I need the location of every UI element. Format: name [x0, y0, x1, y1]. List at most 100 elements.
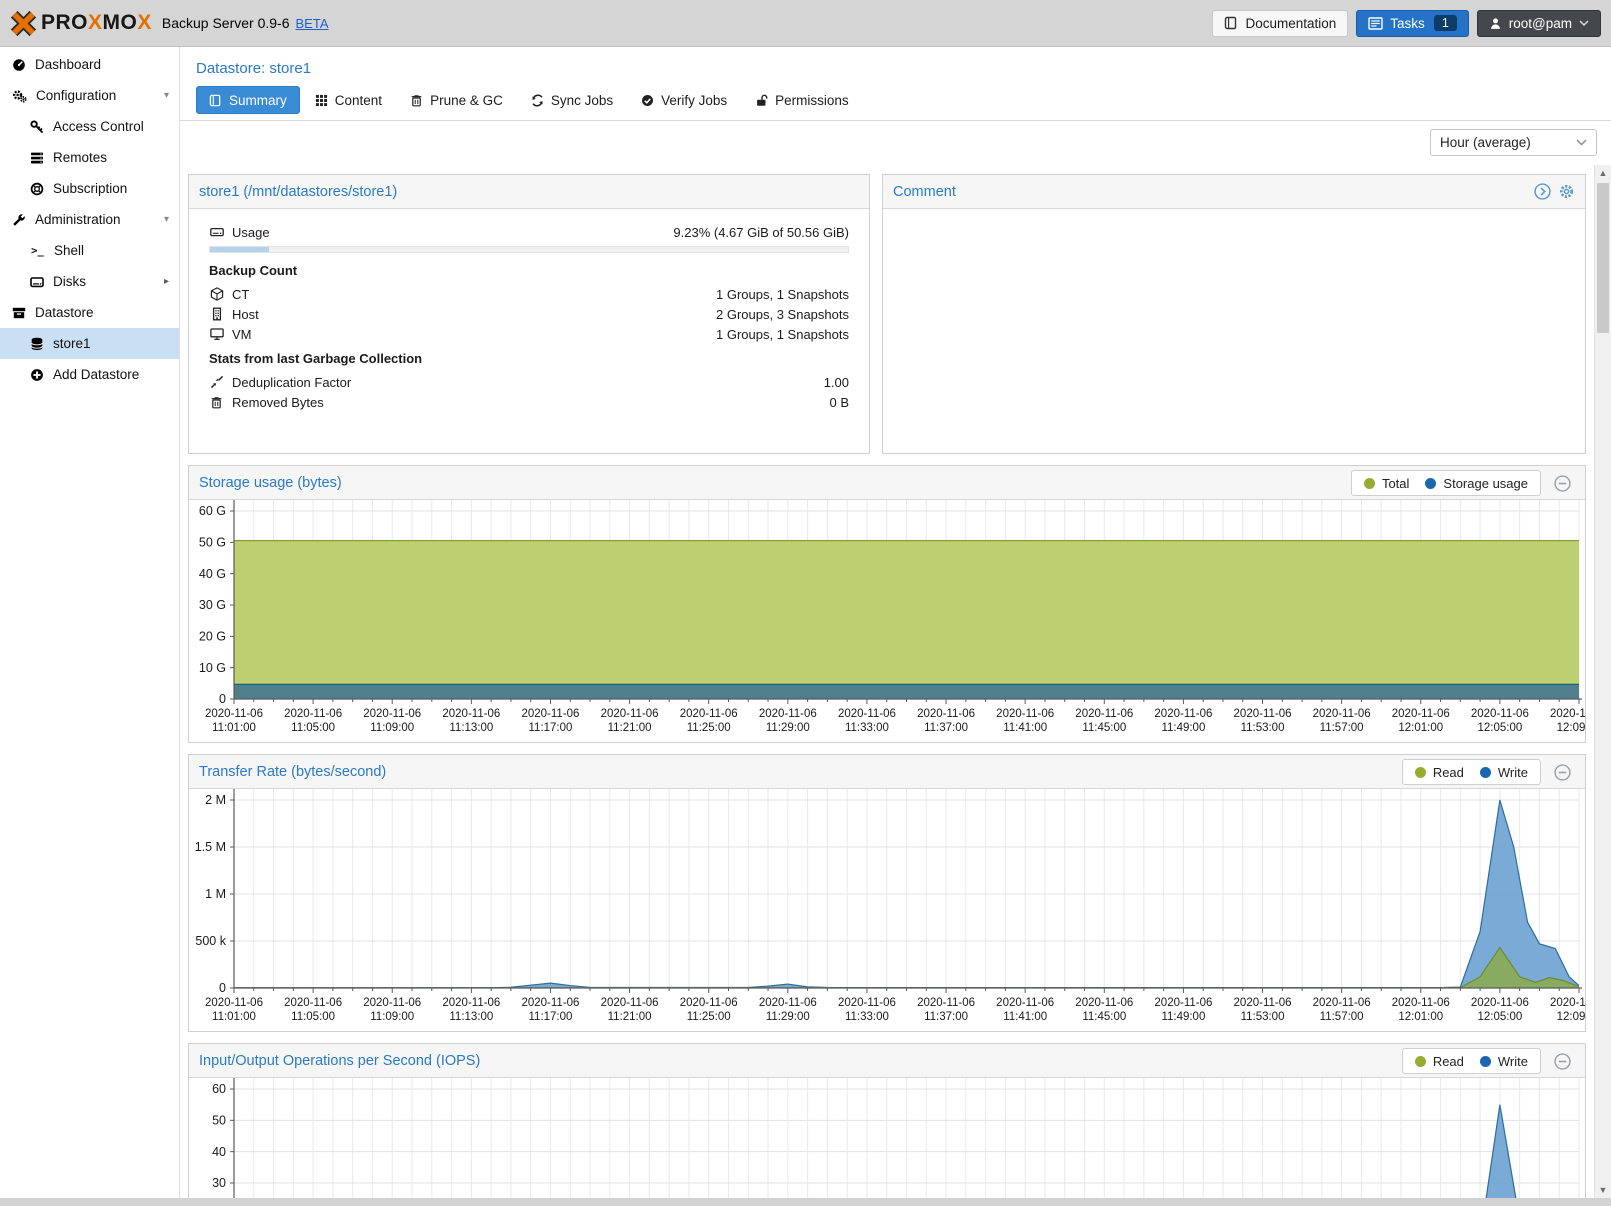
svg-text:2020-11-06: 2020-11-06 [1471, 708, 1529, 720]
svg-text:11:45:00: 11:45:00 [1082, 722, 1126, 734]
proxmox-logo: PROXMOX [10, 10, 152, 37]
transfer-rate-chart: 0500 k1 M1.5 M2 M2020-11-0611:01:002020-… [189, 789, 1585, 1031]
legend-dot [1480, 1056, 1491, 1067]
svg-text:2020-11-06: 2020-11-06 [838, 708, 896, 720]
tab-bar: Summary Content Prune & GC [180, 77, 1611, 121]
svg-text:11:05:00: 11:05:00 [291, 1011, 335, 1023]
tab-verify-jobs[interactable]: Verify Jobs [628, 86, 740, 114]
vertical-scrollbar[interactable]: ▲ ▼ [1594, 165, 1611, 1206]
svg-text:11:53:00: 11:53:00 [1241, 722, 1285, 734]
cube-icon [210, 287, 224, 301]
content-area: store1 (/mnt/datastores/store1) Usage 9.… [180, 165, 1594, 1206]
vm-row: VM 1 Groups, 1 Snapshots [209, 324, 849, 344]
collapse-minus-icon[interactable] [1554, 475, 1571, 492]
chart-legend[interactable]: Read Write [1402, 759, 1541, 785]
sidebar-item-subscription[interactable]: Subscription [0, 173, 179, 204]
compress-arrows-icon [210, 375, 224, 389]
svg-text:12:09:00: 12:09:00 [1557, 722, 1585, 734]
book-icon [209, 94, 222, 107]
chevron-down-icon [1576, 139, 1587, 146]
tab-summary[interactable]: Summary [196, 86, 300, 114]
ct-row: CT 1 Groups, 1 Snapshots [209, 284, 849, 304]
monitor-icon [210, 327, 224, 341]
main-area: Datastore: store1 Summary Content [180, 47, 1611, 1206]
chart-legend[interactable]: Total Storage usage [1351, 470, 1541, 496]
svg-text:40: 40 [212, 1145, 226, 1159]
svg-text:10 G: 10 G [199, 661, 226, 675]
svg-text:11:33:00: 11:33:00 [845, 722, 889, 734]
comment-panel: Comment [882, 174, 1586, 454]
svg-text:2020-11-06: 2020-11-06 [1075, 997, 1133, 1009]
tasks-button[interactable]: Tasks 1 [1356, 10, 1468, 37]
iops-chart: 01020304050602020-11-0611:01:002020-11-0… [189, 1078, 1585, 1206]
legend-item-read[interactable]: Read [1415, 1054, 1464, 1069]
beta-link[interactable]: BETA [296, 16, 329, 31]
svg-text:2020-11-06: 2020-11-06 [759, 708, 817, 720]
svg-text:2020-11-06: 2020-11-06 [521, 708, 579, 720]
svg-text:2020-11-06: 2020-11-06 [996, 997, 1054, 1009]
sidebar-item-configuration[interactable]: Configuration ▾ [0, 80, 179, 111]
legend-item-total[interactable]: Total [1364, 476, 1409, 491]
sidebar-item-datastore[interactable]: Datastore [0, 297, 179, 328]
legend-item-write[interactable]: Write [1480, 1054, 1528, 1069]
scrollbar-thumb[interactable] [1597, 183, 1609, 333]
hdd-icon [210, 225, 224, 239]
svg-text:2020-11-06: 2020-11-06 [1313, 708, 1371, 720]
gauge-icon [12, 58, 26, 72]
user-icon [1489, 17, 1502, 30]
svg-text:11:49:00: 11:49:00 [1161, 722, 1205, 734]
legend-item-storage-usage[interactable]: Storage usage [1425, 476, 1528, 491]
archive-icon [12, 306, 26, 320]
legend-item-read[interactable]: Read [1415, 765, 1464, 780]
documentation-button[interactable]: Documentation [1212, 10, 1348, 37]
sidebar-item-remotes[interactable]: Remotes [0, 142, 179, 173]
svg-text:2020-11-06: 2020-11-06 [917, 997, 975, 1009]
svg-text:2020-11-06: 2020-11-06 [1392, 708, 1450, 720]
svg-text:2020-11-06: 2020-11-06 [205, 997, 263, 1009]
scroll-up-arrow-icon[interactable]: ▲ [1595, 165, 1611, 181]
chart-legend[interactable]: Read Write [1402, 1048, 1541, 1074]
user-menu-button[interactable]: root@pam [1477, 10, 1601, 37]
svg-text:0: 0 [219, 692, 226, 706]
usage-value: 9.23% (4.67 GiB of 50.56 GiB) [673, 225, 849, 240]
tab-content[interactable]: Content [302, 86, 395, 114]
sidebar-item-shell[interactable]: >_ Shell [0, 235, 179, 266]
svg-text:2020-11-06: 2020-11-06 [442, 997, 500, 1009]
legend-item-write[interactable]: Write [1480, 765, 1528, 780]
sidebar-item-access-control[interactable]: Access Control [0, 111, 179, 142]
expand-caret-icon[interactable]: ▸ [164, 276, 169, 287]
tab-sync-jobs[interactable]: Sync Jobs [518, 86, 626, 114]
tab-permissions[interactable]: Permissions [742, 86, 862, 114]
svg-text:2020-11-06: 2020-11-06 [838, 997, 896, 1009]
time-range-select[interactable]: Hour (average) [1430, 129, 1597, 156]
sidebar-item-administration[interactable]: Administration ▾ [0, 204, 179, 235]
scroll-down-arrow-icon[interactable]: ▼ [1595, 1182, 1611, 1198]
chevron-circle-right-icon[interactable] [1534, 183, 1551, 200]
svg-text:11:13:00: 11:13:00 [449, 722, 493, 734]
svg-text:2020-11-06: 2020-11-06 [205, 708, 263, 720]
collapse-caret-icon[interactable]: ▾ [164, 90, 169, 101]
svg-text:11:17:00: 11:17:00 [529, 1011, 573, 1023]
toolbar: Hour (average) [180, 121, 1611, 164]
sidebar-item-dashboard[interactable]: Dashboard [0, 49, 179, 80]
svg-text:11:37:00: 11:37:00 [924, 1011, 968, 1023]
trash-icon [410, 94, 423, 107]
svg-text:2020-11-06: 2020-11-06 [363, 708, 421, 720]
brand-text: PROXMOX [41, 11, 152, 35]
svg-text:2020-11-06: 2020-11-06 [284, 997, 342, 1009]
sidebar-item-disks[interactable]: Disks ▸ [0, 266, 179, 297]
collapse-minus-icon[interactable] [1554, 1053, 1571, 1070]
gear-icon[interactable] [1558, 183, 1575, 200]
panel-title: Comment [893, 184, 956, 200]
svg-text:2020-11-06: 2020-11-06 [1392, 997, 1450, 1009]
tab-prune-gc[interactable]: Prune & GC [397, 86, 516, 114]
task-list-icon [1368, 17, 1383, 30]
transfer-rate-panel: Transfer Rate (bytes/second) Read Write … [188, 754, 1586, 1032]
collapse-minus-icon[interactable] [1554, 764, 1571, 781]
svg-text:2 M: 2 M [205, 793, 226, 807]
sidebar-item-add-datastore[interactable]: Add Datastore [0, 359, 179, 390]
svg-text:12:01:00: 12:01:00 [1398, 1011, 1443, 1023]
sidebar-item-store1[interactable]: store1 [0, 328, 179, 359]
collapse-caret-icon[interactable]: ▾ [164, 214, 169, 225]
chart-title: Input/Output Operations per Second (IOPS… [199, 1053, 480, 1069]
